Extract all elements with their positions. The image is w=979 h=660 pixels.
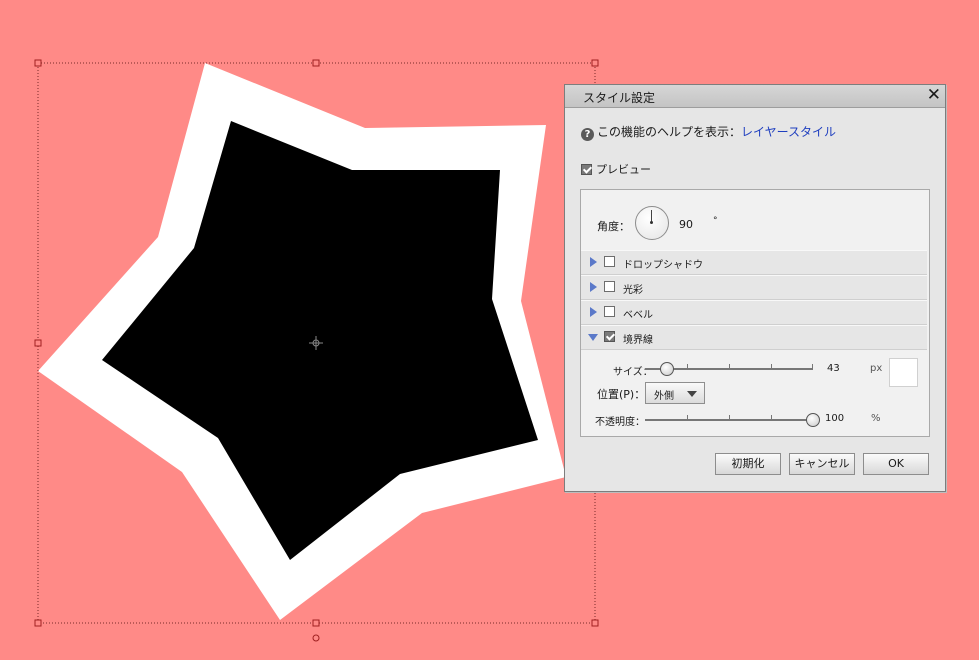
size-value[interactable]: 43 xyxy=(827,363,840,374)
angle-row: 角度： 90 ° xyxy=(597,206,927,242)
size-label: サイズ： xyxy=(613,367,653,378)
preview-label: プレビュー xyxy=(596,163,651,176)
angle-value[interactable]: 90 xyxy=(679,218,693,231)
slider-tick xyxy=(687,415,688,419)
size-unit: px xyxy=(870,363,883,374)
section-label: ベベル xyxy=(623,310,653,321)
angle-dial[interactable] xyxy=(635,206,669,240)
reset-button[interactable]: 初期化 xyxy=(715,453,781,475)
angle-unit: ° xyxy=(713,216,718,226)
expand-arrow-icon[interactable] xyxy=(590,282,597,292)
opacity-slider-track[interactable] xyxy=(645,419,813,421)
position-select-value: 外側 xyxy=(654,391,674,402)
chevron-down-icon xyxy=(687,391,697,397)
stroke-checkbox[interactable] xyxy=(604,331,615,342)
section-drop-shadow[interactable]: ドロップシャドウ xyxy=(581,250,927,275)
slider-tick xyxy=(729,415,730,419)
ok-button[interactable]: OK xyxy=(863,453,929,475)
stroke-settings: サイズ： 43 px 位置(P)： 外側 不透明度： 100 % xyxy=(581,352,927,434)
size-slider-knob[interactable] xyxy=(659,362,674,376)
stroke-color-swatch[interactable] xyxy=(889,358,918,387)
preview-checkbox[interactable] xyxy=(581,164,592,175)
section-label: 境界線 xyxy=(623,335,653,346)
opacity-unit: % xyxy=(871,413,881,424)
dialog-title: スタイル設定 xyxy=(583,91,656,105)
collapse-arrow-icon[interactable] xyxy=(588,334,598,341)
cancel-button[interactable]: キャンセル xyxy=(789,453,855,475)
slider-tick xyxy=(729,364,730,368)
style-panel: 角度： 90 ° ドロップシャドウ 光彩 ベベル 境界線 サイズ： 43 px … xyxy=(580,189,930,437)
style-settings-dialog: スタイル設定 ✕ ? この機能のヘルプを表示：レイヤースタイル プレビュー 角度：… xyxy=(564,84,946,492)
section-label: 光彩 xyxy=(623,285,643,296)
help-row: ? この機能のヘルプを表示：レイヤースタイル xyxy=(581,123,836,141)
slider-tick xyxy=(771,364,772,368)
close-icon[interactable]: ✕ xyxy=(927,85,941,105)
help-icon: ? xyxy=(581,128,594,141)
expand-arrow-icon[interactable] xyxy=(590,307,597,317)
dial-center xyxy=(650,221,653,224)
opacity-slider-knob[interactable] xyxy=(806,413,820,427)
help-link-layer-style[interactable]: レイヤースタイル xyxy=(741,125,836,139)
slider-tick xyxy=(771,415,772,419)
slider-tick xyxy=(687,364,688,368)
opacity-label: 不透明度： xyxy=(595,417,645,428)
drop-shadow-checkbox[interactable] xyxy=(604,256,615,267)
preview-toggle[interactable]: プレビュー xyxy=(581,161,651,177)
help-text: この機能のヘルプを表示： xyxy=(597,125,742,139)
section-label: ドロップシャドウ xyxy=(623,260,703,271)
opacity-value[interactable]: 100 xyxy=(825,413,844,424)
position-label: 位置(P)： xyxy=(597,388,646,401)
position-select[interactable]: 外側 xyxy=(645,382,705,404)
dialog-titlebar[interactable]: スタイル設定 ✕ xyxy=(565,85,945,108)
section-stroke[interactable]: 境界線 xyxy=(581,325,927,350)
slider-tick xyxy=(812,364,813,368)
expand-arrow-icon[interactable] xyxy=(590,257,597,267)
glow-checkbox[interactable] xyxy=(604,281,615,292)
angle-label: 角度： xyxy=(597,220,630,233)
section-glow[interactable]: 光彩 xyxy=(581,275,927,300)
section-bevel[interactable]: ベベル xyxy=(581,300,927,325)
bevel-checkbox[interactable] xyxy=(604,306,615,317)
